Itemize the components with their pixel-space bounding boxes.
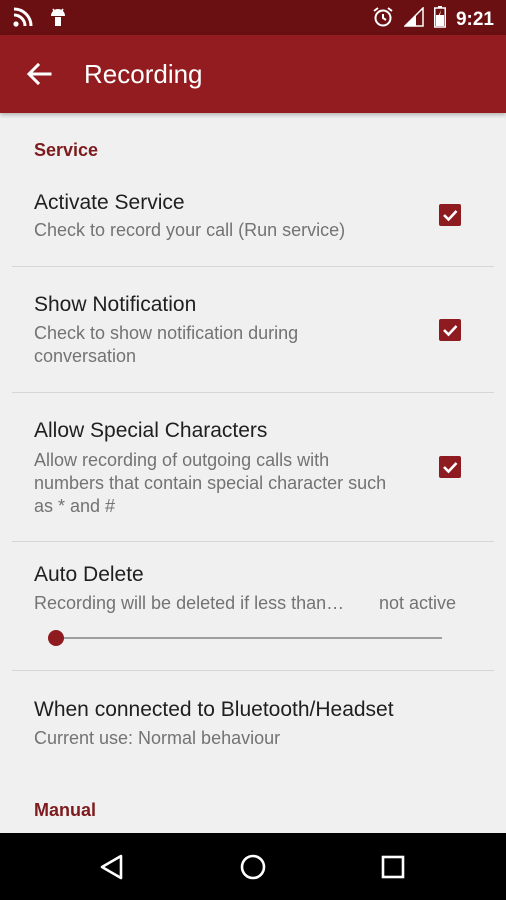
pref-summary: Recording will be deleted if less than… bbox=[34, 593, 345, 613]
checkmark-icon bbox=[439, 325, 461, 345]
nav-recents-button[interactable] bbox=[377, 851, 409, 883]
battery-icon bbox=[433, 6, 446, 33]
arrow-back-icon bbox=[22, 62, 56, 93]
show-notification-checkbox[interactable] bbox=[439, 319, 461, 341]
pref-allow-special-characters[interactable]: Allow Special Characters Allow recording… bbox=[0, 393, 506, 541]
settings-list: Service Activate Service Check to record… bbox=[0, 113, 506, 833]
pref-summary: Check to show notification during conver… bbox=[34, 323, 299, 366]
nav-home-button[interactable] bbox=[237, 851, 269, 883]
rss-icon bbox=[12, 6, 34, 33]
back-button[interactable] bbox=[22, 59, 56, 89]
navigation-bar bbox=[0, 833, 506, 900]
pref-auto-delete[interactable]: Auto Delete Recording will be deleted if… bbox=[0, 542, 506, 670]
app-bar: Recording bbox=[0, 35, 506, 113]
pref-title: Activate Service bbox=[34, 191, 185, 214]
pref-title: Allow Special Characters bbox=[34, 419, 268, 442]
android-debug-icon bbox=[48, 6, 68, 33]
status-time: 9:21 bbox=[455, 9, 494, 30]
checkmark-icon bbox=[439, 210, 461, 230]
pref-summary: Check to record your call (Run service) bbox=[34, 220, 346, 240]
home-circle-icon bbox=[237, 854, 269, 887]
auto-delete-slider-track[interactable] bbox=[56, 637, 442, 639]
recents-square-icon bbox=[377, 855, 409, 887]
page-title: Recording bbox=[84, 59, 203, 89]
signal-icon bbox=[403, 6, 424, 32]
pref-show-notification[interactable]: Show Notification Check to show notifica… bbox=[0, 267, 506, 391]
nav-back-button[interactable] bbox=[96, 851, 128, 883]
alarm-clock-icon bbox=[372, 6, 394, 33]
pref-activate-service[interactable]: Activate Service Check to record your ca… bbox=[0, 181, 506, 267]
status-bar: 9:21 bbox=[0, 0, 506, 35]
auto-delete-status: not active bbox=[379, 593, 457, 613]
auto-delete-slider-thumb[interactable] bbox=[48, 630, 64, 646]
pref-title: Auto Delete bbox=[34, 563, 144, 586]
pref-title: Show Notification bbox=[34, 293, 197, 316]
checkmark-icon bbox=[439, 462, 461, 482]
activate-service-checkbox[interactable] bbox=[439, 204, 461, 226]
allow-special-characters-checkbox[interactable] bbox=[439, 456, 461, 478]
pref-summary: Allow recording of outgoing calls with n… bbox=[34, 450, 387, 516]
section-header-manual: Manual bbox=[34, 800, 97, 820]
section-header-service: Service bbox=[34, 140, 99, 160]
back-triangle-icon bbox=[96, 854, 128, 887]
pref-bluetooth-headset[interactable]: When connected to Bluetooth/Headset Curr… bbox=[0, 671, 506, 771]
pref-title: When connected to Bluetooth/Headset bbox=[34, 698, 394, 721]
pref-summary: Current use: Normal behaviour bbox=[34, 728, 281, 748]
